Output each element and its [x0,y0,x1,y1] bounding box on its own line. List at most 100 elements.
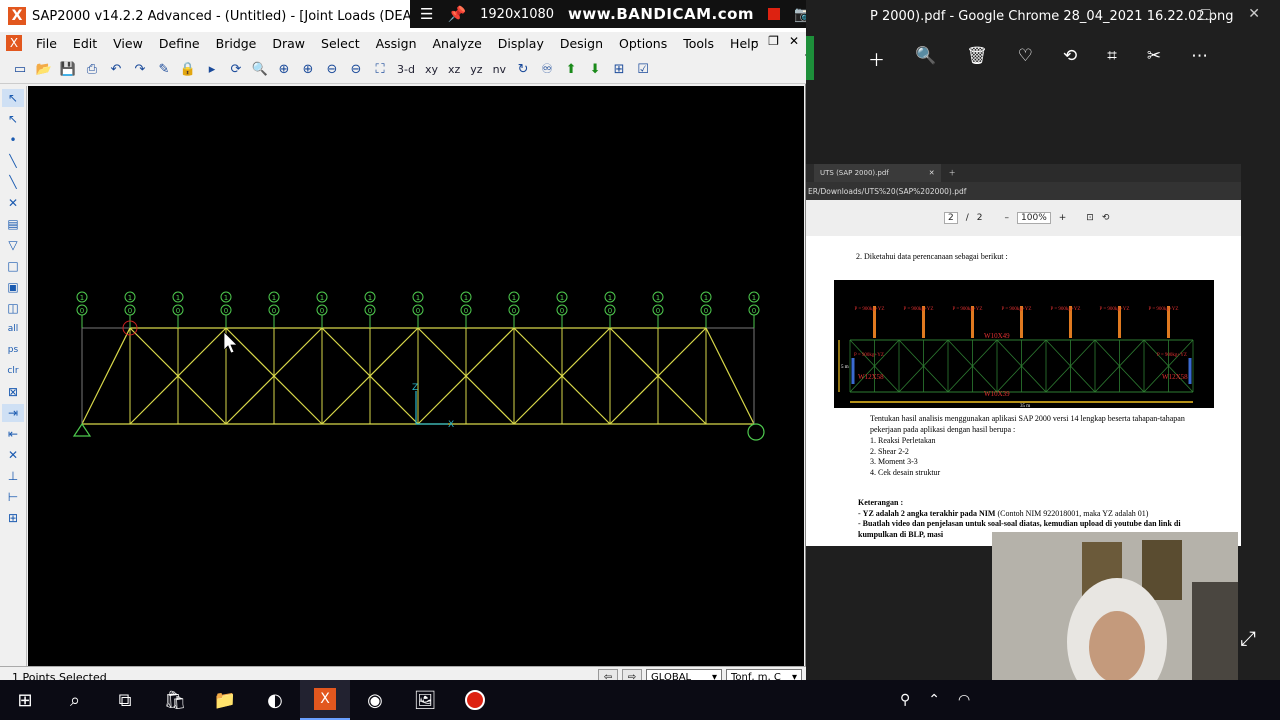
chrome-tab[interactable]: UTS (SAP 2000).pdf ✕ [814,164,941,182]
print-icon[interactable]: ⎙ [82,60,102,80]
menu-tools[interactable]: Tools [675,36,722,51]
snap-intersect-icon[interactable]: ✕ [2,446,24,464]
move-up-icon[interactable]: ⬆ [561,60,581,80]
edit-image-icon[interactable]: ✂ [1147,46,1161,71]
redo-icon[interactable]: ↷ [130,60,150,80]
photos-icon[interactable]: 🖼 [400,680,450,720]
zoom-full-icon[interactable]: ⊕ [274,60,294,80]
zoom-window-icon[interactable]: 🔍 [250,60,270,80]
zoom-in-icon[interactable]: + [1059,213,1067,223]
restore-icon[interactable]: ❐ [768,34,779,48]
view-xz-button[interactable]: xz [445,60,463,80]
run-analysis-icon[interactable]: ▸ [202,60,222,80]
pencil-icon[interactable]: ✎ [154,60,174,80]
menu-edit[interactable]: Edit [65,36,105,51]
edit-tab[interactable] [806,36,814,80]
save-icon[interactable]: 💾 [58,60,78,80]
close-icon[interactable]: ✕ [1248,6,1260,22]
point-icon[interactable]: • [2,131,24,149]
move-down-icon[interactable]: ⬇ [585,60,605,80]
brace-icon[interactable]: ✕ [2,194,24,212]
snap-line-icon[interactable]: ⊢ [2,488,24,506]
rubber-band-zoom-icon[interactable]: ⟳ [226,60,246,80]
model-view-canvas[interactable]: 1 0 1 0 1 0 1 0 1 0 1 0 1 0 1 0 1 0 1 0 1 0 1 0 1 0 1 0 1 0 Z X [28,86,804,666]
undo-icon[interactable]: ↶ [106,60,126,80]
sap2000-taskbar-icon[interactable]: X [300,680,350,720]
clear-selection-icon[interactable]: clr [2,362,24,380]
select-all-icon[interactable]: all [2,320,24,338]
menu-display[interactable]: Display [490,36,552,51]
more-icon[interactable]: ⋯ [1191,46,1208,71]
record-stop-icon[interactable] [768,8,781,20]
store-icon[interactable]: 🛍 [150,680,200,720]
fit-page-icon[interactable]: ⊡ [1086,213,1094,223]
area-icon[interactable]: ▤ [2,215,24,233]
zoom-previous-icon[interactable]: ⊖ [346,60,366,80]
expand-icon[interactable]: ⤢ [1240,626,1256,650]
chevron-up-icon[interactable]: ⌃ [928,692,940,708]
previous-select-icon[interactable]: ps [2,341,24,359]
menu-draw[interactable]: Draw [264,36,313,51]
snap-grid-icon[interactable]: ⊞ [2,509,24,527]
minimize-icon[interactable]: ▢ [1199,6,1212,22]
rect-area-icon[interactable]: □ [2,257,24,275]
menu-assign[interactable]: Assign [368,36,425,51]
rotate-icon[interactable]: ↻ [513,60,533,80]
pan-icon[interactable]: ⛶ [370,60,390,80]
menu-icon[interactable]: ☰ [420,5,433,23]
rotate-icon[interactable]: ⟲ [1102,213,1110,223]
sap-menu-logo-icon[interactable]: X [6,35,22,51]
favorite-icon[interactable]: ♡ [1018,46,1033,71]
edge-icon[interactable]: ◐ [250,680,300,720]
grid-icon[interactable]: ⊞ [609,60,629,80]
lock-icon[interactable]: 🔒 [178,60,198,80]
pointer-icon[interactable]: ↖ [2,89,24,107]
view-xy-button[interactable]: xy [422,60,441,80]
pdf-page-input[interactable]: 2 [944,212,958,224]
zoom-out-icon[interactable]: ⊖ [322,60,342,80]
snap-point-icon[interactable]: ⇥ [2,404,24,422]
rotate-icon[interactable]: ⟲ [1063,46,1077,71]
menu-options[interactable]: Options [611,36,675,51]
crop-icon[interactable]: ⌗ [1107,46,1117,71]
chrome-url[interactable]: ER/Downloads/UTS%20(SAP%202000).pdf [806,182,1241,200]
view-yz-button[interactable]: yz [467,60,485,80]
menu-view[interactable]: View [105,36,151,51]
menu-select[interactable]: Select [313,36,368,51]
close-icon[interactable]: ✕ [929,169,935,177]
add-icon[interactable]: ＋ [868,46,885,71]
solid-icon[interactable]: ◫ [2,299,24,317]
minimize-icon[interactable]: – [752,34,758,48]
draw-frame-icon[interactable]: ╲ [2,152,24,170]
start-icon[interactable]: ⊞ [0,680,50,720]
view-nv-button[interactable]: nv [490,60,509,80]
pin-icon[interactable]: 📌 [447,5,466,23]
zoom-out-icon[interactable]: – [1005,213,1010,223]
perspective-icon[interactable]: ♾ [537,60,557,80]
pdf-zoom-value[interactable]: 100% [1017,212,1051,224]
new-file-icon[interactable]: ▭ [10,60,30,80]
people-icon[interactable]: ⚲ [900,692,910,708]
file-explorer-icon[interactable]: 📁 [200,680,250,720]
chrome-icon[interactable]: ◉ [350,680,400,720]
snap-end-icon[interactable]: ⇤ [2,425,24,443]
delete-icon[interactable]: 🗑 [966,46,988,71]
intersect-icon[interactable]: ⊠ [2,383,24,401]
task-view-icon[interactable]: ⧉ [100,680,150,720]
quick-frame-icon[interactable]: ╲ [2,173,24,191]
zoom-icon[interactable]: 🔍 [915,46,936,71]
new-tab-icon[interactable]: ＋ [949,168,956,178]
snap-perp-icon[interactable]: ⊥ [2,467,24,485]
poly-area-icon[interactable]: ▽ [2,236,24,254]
open-folder-icon[interactable]: 📂 [34,60,54,80]
menu-analyze[interactable]: Analyze [425,36,490,51]
check-icon[interactable]: ☑ [633,60,653,80]
zoom-in-icon[interactable]: ⊕ [298,60,318,80]
menu-define[interactable]: Define [151,36,208,51]
menu-bridge[interactable]: Bridge [208,36,265,51]
bandicam-icon[interactable] [450,680,500,720]
quick-area-icon[interactable]: ▣ [2,278,24,296]
menu-file[interactable]: File [28,36,65,51]
view-3d-button[interactable]: 3-d [394,60,418,80]
menu-design[interactable]: Design [552,36,611,51]
